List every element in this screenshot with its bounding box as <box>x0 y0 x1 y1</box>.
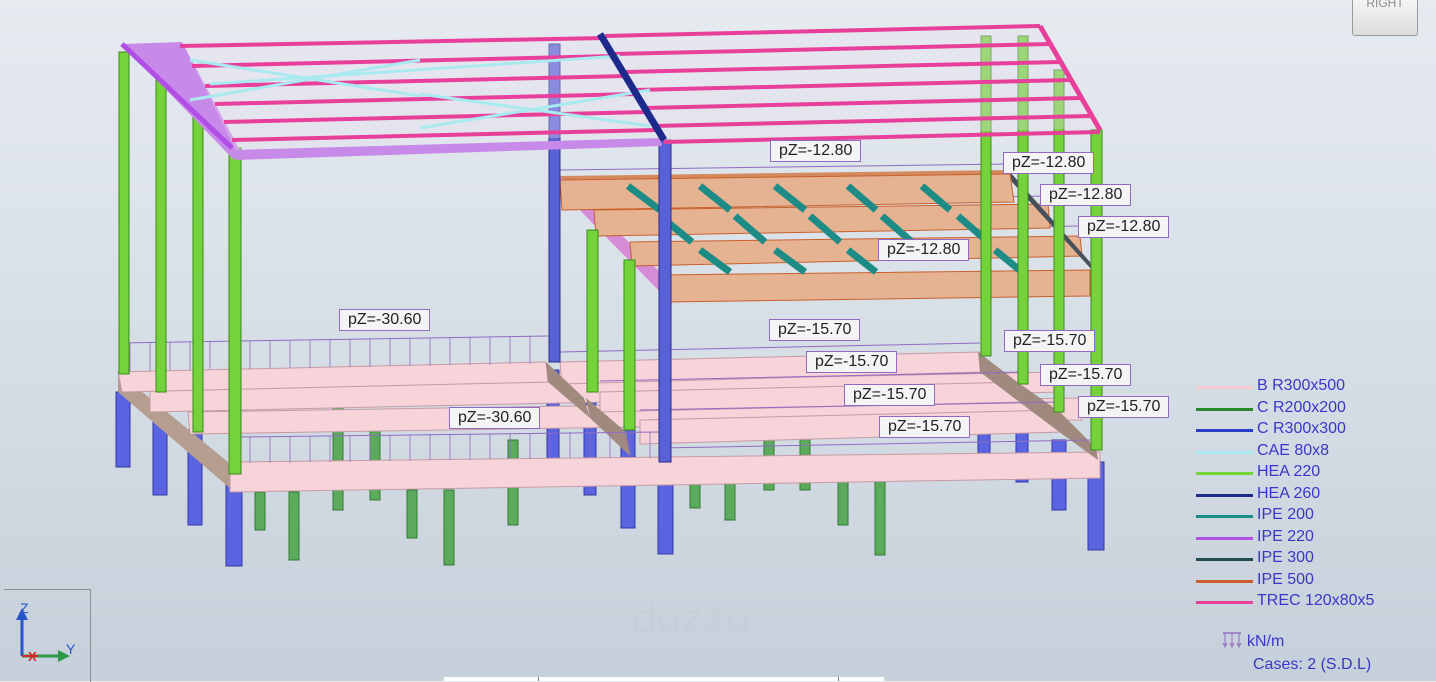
legend-label: TREC 120x80x5 <box>1257 592 1375 609</box>
load-label: pZ=-15.70 <box>806 351 898 373</box>
load-label: pZ=-30.60 <box>449 407 541 429</box>
legend-label: C R200x200 <box>1257 398 1346 416</box>
load-label: pZ=-12.80 <box>878 239 970 261</box>
load-label: pZ=-15.70 <box>1078 396 1170 418</box>
load-label: pZ=-15.70 <box>769 319 861 341</box>
legend-swatch <box>1196 558 1253 561</box>
legend-label: IPE 220 <box>1257 527 1314 545</box>
legend-swatch <box>1196 536 1253 540</box>
load-units: kN/m <box>1221 631 1284 651</box>
load-label: pZ=-30.60 <box>339 309 431 331</box>
load-label: pZ=-15.70 <box>844 384 936 406</box>
legend-label: B R300x500 <box>1257 377 1346 394</box>
load-label: pZ=-12.80 <box>1078 216 1170 238</box>
legend-label: C R300x300 <box>1257 420 1346 437</box>
legend-label: HEA 260 <box>1257 484 1321 502</box>
legend-swatch <box>1196 472 1253 475</box>
axis-z-label: Z <box>20 600 29 616</box>
legend-label: IPE 500 <box>1257 570 1314 588</box>
status-bar-divider <box>838 677 839 681</box>
legend-swatch <box>1196 407 1253 411</box>
distributed-load-icon <box>1222 632 1242 649</box>
status-bar-divider <box>538 677 539 681</box>
axis-y-label: Y <box>66 641 76 657</box>
watermark-text: dozzo <box>632 594 749 643</box>
status-bar-fragment <box>444 677 884 681</box>
legend-swatch <box>1196 429 1253 432</box>
legend-swatch <box>1196 515 1253 518</box>
legend-label: IPE 200 <box>1257 506 1314 523</box>
load-label: pZ=-12.80 <box>1040 184 1132 206</box>
load-cases-label: Cases: 2 (S.D.L) <box>1253 656 1372 673</box>
load-label: pZ=-15.70 <box>879 416 971 438</box>
legend-label: CAE 80x8 <box>1257 441 1330 459</box>
units-label: kN/m <box>1247 633 1285 650</box>
load-label: pZ=-15.70 <box>1004 330 1096 352</box>
load-label: pZ=-12.80 <box>770 140 862 162</box>
legend-swatch <box>1196 386 1253 389</box>
legend-label: IPE 300 <box>1257 549 1314 566</box>
upper-floor-beams <box>559 170 1092 303</box>
legend-swatch <box>1196 493 1253 497</box>
axis-x-label: X <box>28 649 37 664</box>
legend-swatch <box>1196 579 1253 583</box>
load-label: pZ=-12.80 <box>1003 152 1095 174</box>
load-label: pZ=-15.70 <box>1040 364 1132 386</box>
legend-swatch <box>1196 601 1253 604</box>
view-cube[interactable]: RIGHT <box>1352 0 1418 36</box>
legend-swatch <box>1196 450 1253 454</box>
legend-label: HEA 220 <box>1257 463 1321 480</box>
view-cube-label: RIGHT <box>1366 0 1404 10</box>
